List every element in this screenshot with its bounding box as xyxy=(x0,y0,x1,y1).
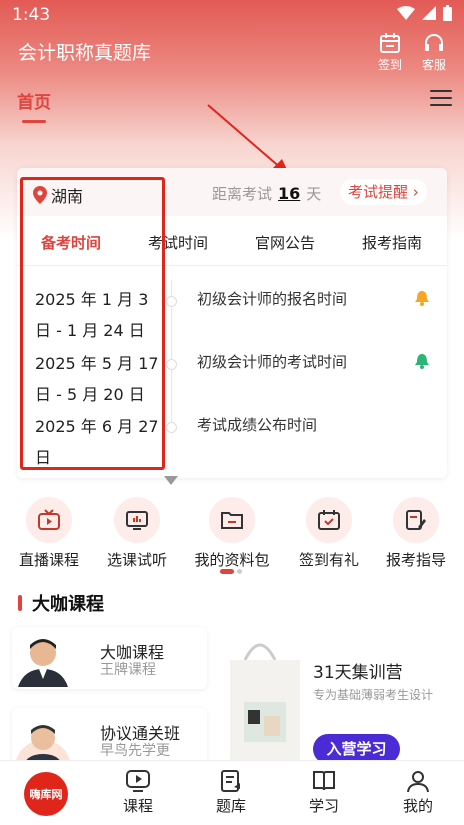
quick-link-label: 签到有礼 xyxy=(298,551,359,569)
course-subtitle: 王牌课程 xyxy=(100,662,156,678)
camp-subtitle: 专为基础薄弱考生设计 xyxy=(313,688,434,702)
camp-title: 31天集训营 xyxy=(313,663,403,683)
tab-official-notice[interactable]: 官网公告 xyxy=(255,232,315,253)
checkin-label: 签到 xyxy=(377,58,402,72)
highlight-box xyxy=(20,177,165,470)
signal-icon xyxy=(422,6,436,20)
countdown-days: 16 xyxy=(278,184,301,203)
video-chart-icon xyxy=(126,511,148,530)
training-camp-promo[interactable]: 31天集训营 专为基础薄弱考生设计 入营学习 xyxy=(220,630,464,764)
teacher-avatar xyxy=(18,639,68,687)
bottom-nav: 嗨库网 课程 题库 学习 我的 xyxy=(0,760,464,825)
tab-home-underline xyxy=(22,120,46,123)
page-indicator xyxy=(220,569,242,574)
card-pointer-triangle xyxy=(164,476,178,485)
timeline-dot xyxy=(166,422,177,433)
bell-icon[interactable] xyxy=(415,290,429,306)
event-registration[interactable]: 初级会计师的报名时间 xyxy=(197,288,347,309)
course-card[interactable]: 大咖课程 王牌课程 xyxy=(12,627,207,689)
course-subtitle: 早鸟先学更 xyxy=(100,743,170,759)
service-label: 客服 xyxy=(421,58,446,72)
menu-button[interactable] xyxy=(430,90,452,108)
quick-links: 直播课程 选课试听 我的资料包 签到有礼 报考指导 xyxy=(0,497,464,570)
quick-link-label: 我的资料包 xyxy=(194,551,270,569)
calendar-icon xyxy=(380,33,400,53)
quick-link-checkin[interactable]: 签到有礼 xyxy=(283,497,375,570)
live-tv-icon xyxy=(38,509,60,530)
tote-bag-illustration xyxy=(230,643,300,760)
tab-home[interactable]: 首页 xyxy=(17,88,51,113)
play-screen-icon xyxy=(126,770,150,792)
nav-label: 题库 xyxy=(215,797,246,815)
user-icon xyxy=(407,771,429,793)
section-title-text: 大咖课程 xyxy=(32,594,104,615)
app-header: 会计职称真题库 签到 客服 xyxy=(0,32,464,72)
calendar-check-icon xyxy=(318,510,340,530)
battery-icon xyxy=(443,5,452,21)
book-icon xyxy=(313,771,335,791)
quick-link-label: 报考指导 xyxy=(385,551,446,569)
document-list-icon xyxy=(221,770,240,792)
checkin-button[interactable]: 签到 xyxy=(370,32,410,73)
brand-logo[interactable]: 嗨库网 xyxy=(24,772,68,816)
section-title: 大咖课程 xyxy=(18,591,104,615)
page-dot xyxy=(237,569,242,574)
quick-link-label: 选课试听 xyxy=(106,551,167,569)
event-exam[interactable]: 初级会计师的考试时间 xyxy=(197,351,347,372)
nav-label: 课程 xyxy=(122,797,153,815)
quick-link-live[interactable]: 直播课程 xyxy=(3,497,95,570)
exam-remind-button[interactable]: 考试提醒 › xyxy=(340,179,427,205)
remind-label: 考试提醒 xyxy=(348,183,409,201)
countdown-suffix: 天 xyxy=(306,185,322,203)
quick-link-trial[interactable]: 选课试听 xyxy=(91,497,183,570)
quick-link-guide[interactable]: 报考指导 xyxy=(370,497,462,570)
nav-study[interactable]: 学习 xyxy=(294,769,354,816)
status-icons xyxy=(397,5,452,21)
nav-question-bank[interactable]: 题库 xyxy=(201,769,261,816)
quick-link-label: 直播课程 xyxy=(18,551,79,569)
timeline-dot xyxy=(166,359,177,370)
timeline-dot xyxy=(166,296,177,307)
section-title-bar xyxy=(18,595,22,611)
menu-icon xyxy=(430,90,452,92)
tab-exam-guide[interactable]: 报考指南 xyxy=(362,232,422,253)
document-edit-icon xyxy=(406,510,426,530)
exam-countdown: 距离考试 16 天 xyxy=(212,183,321,204)
headset-icon xyxy=(425,34,443,51)
countdown-prefix: 距离考试 xyxy=(212,185,273,203)
nav-label: 我的 xyxy=(402,797,433,815)
quick-link-materials[interactable]: 我的资料包 xyxy=(186,497,278,570)
wifi-icon xyxy=(397,6,415,20)
customer-service-button[interactable]: 客服 xyxy=(414,32,454,73)
nav-courses[interactable]: 课程 xyxy=(108,769,168,816)
nav-profile[interactable]: 我的 xyxy=(388,769,448,816)
nav-label: 学习 xyxy=(308,797,339,815)
status-time: 1:43 xyxy=(12,5,51,25)
chevron-right-icon: › xyxy=(412,183,419,201)
event-results[interactable]: 考试成绩公布时间 xyxy=(197,414,317,435)
folder-icon xyxy=(221,512,243,529)
app-title: 会计职称真题库 xyxy=(18,42,152,64)
status-bar: 1:43 xyxy=(0,0,464,30)
page-dot-active xyxy=(220,569,234,574)
bell-icon[interactable] xyxy=(415,353,429,369)
